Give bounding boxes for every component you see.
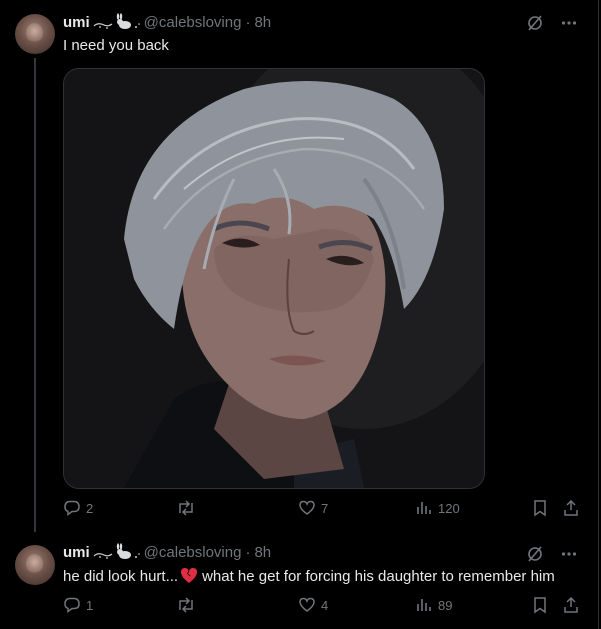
repost-icon bbox=[179, 500, 193, 516]
views-count: 120 bbox=[438, 500, 460, 516]
post-top-actions bbox=[526, 14, 578, 32]
like-button[interactable]: 7 bbox=[298, 499, 328, 517]
views-icon bbox=[417, 502, 431, 514]
share-icon bbox=[564, 499, 578, 516]
bunny-decoration-icon bbox=[92, 13, 142, 31]
bunny-decoration-icon bbox=[92, 543, 142, 561]
post-text-start: he did look hurt... bbox=[63, 568, 179, 585]
like-count: 7 bbox=[321, 500, 329, 516]
post-image[interactable] bbox=[63, 68, 485, 489]
views-button[interactable]: 89 bbox=[415, 596, 452, 614]
avatar[interactable] bbox=[15, 14, 55, 54]
grok-icon[interactable] bbox=[526, 545, 544, 563]
share-icon bbox=[564, 596, 578, 613]
timeline-column: umi @calebsloving · 8h I need you back 2… bbox=[0, 0, 599, 629]
post-actions: 2 7 120 bbox=[63, 499, 583, 519]
post-actions: 1 4 89 bbox=[63, 596, 583, 616]
thread-line bbox=[34, 58, 36, 532]
post[interactable]: umi @calebsloving · 8h bbox=[0, 532, 598, 629]
reply-count: 1 bbox=[86, 597, 94, 613]
post-text-end: what he get for forcing his daughter to … bbox=[202, 568, 555, 585]
reply-icon bbox=[64, 500, 80, 516]
display-name[interactable]: umi bbox=[63, 14, 90, 31]
timestamp[interactable]: 8h bbox=[254, 544, 271, 561]
like-icon bbox=[299, 500, 315, 515]
broken-heart-emoji bbox=[180, 567, 198, 588]
like-button[interactable]: 4 bbox=[298, 596, 328, 614]
views-count: 89 bbox=[438, 597, 453, 613]
like-count: 4 bbox=[321, 597, 329, 613]
reply-icon bbox=[64, 597, 80, 613]
post-text: he did look hurt... what he get for forci… bbox=[63, 567, 555, 588]
separator: · bbox=[245, 13, 251, 31]
views-icon bbox=[417, 599, 431, 611]
post[interactable]: umi @calebsloving · 8h bbox=[0, 0, 598, 532]
like-icon bbox=[299, 597, 315, 612]
timestamp[interactable]: 8h bbox=[254, 14, 271, 31]
bookmark-icon bbox=[534, 597, 546, 614]
user-handle[interactable]: @calebsloving bbox=[144, 14, 242, 31]
separator: · bbox=[245, 543, 251, 561]
user-handle[interactable]: @calebsloving bbox=[144, 544, 242, 561]
grok-icon[interactable] bbox=[526, 14, 544, 32]
more-icon[interactable] bbox=[560, 14, 578, 32]
repost-button[interactable] bbox=[176, 499, 201, 517]
reply-count: 2 bbox=[86, 500, 94, 516]
avatar[interactable] bbox=[15, 545, 55, 585]
repost-icon bbox=[179, 597, 193, 613]
more-icon[interactable] bbox=[560, 545, 578, 563]
post-top-actions bbox=[526, 545, 578, 563]
post-header: umi @calebsloving · 8h bbox=[63, 542, 271, 562]
post-text: I need you back bbox=[63, 37, 169, 54]
bookmark-button[interactable] bbox=[531, 596, 549, 614]
share-button[interactable] bbox=[562, 499, 580, 517]
repost-button[interactable] bbox=[176, 596, 201, 614]
reply-button[interactable]: 2 bbox=[63, 499, 93, 517]
bookmark-button[interactable] bbox=[531, 499, 549, 517]
post-header: umi @calebsloving · 8h bbox=[63, 12, 271, 32]
display-name[interactable]: umi bbox=[63, 544, 90, 561]
reply-button[interactable]: 1 bbox=[63, 596, 93, 614]
views-button[interactable]: 120 bbox=[415, 499, 460, 517]
share-button[interactable] bbox=[562, 596, 580, 614]
bookmark-icon bbox=[534, 500, 546, 517]
